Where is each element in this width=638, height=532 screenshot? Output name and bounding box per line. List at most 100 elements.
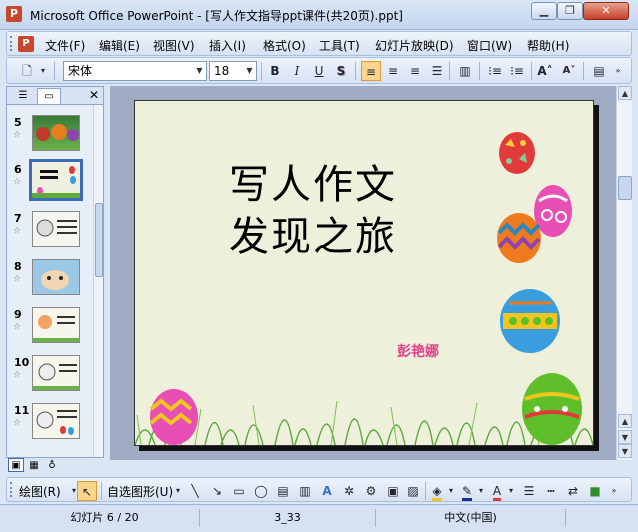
close-button[interactable]: ✕ bbox=[583, 2, 629, 20]
animation-star-icon: ☆ bbox=[13, 370, 22, 380]
scroll-down-button[interactable]: ▼ bbox=[618, 444, 632, 458]
slide-scrollbar[interactable]: ▲ ▲ ▼ ▼ bbox=[616, 86, 632, 460]
menu-help[interactable]: 帮助(H) bbox=[527, 37, 569, 54]
toolbar-options-icon[interactable]: » bbox=[611, 61, 625, 81]
slide-sorter-icon: ▦ bbox=[29, 460, 39, 471]
bullets-button[interactable]: ⁝≡ bbox=[507, 61, 527, 81]
chevron-down-icon[interactable]: ▾ bbox=[507, 481, 515, 501]
chevron-down-icon[interactable]: ▼ bbox=[193, 62, 206, 80]
slide-design-button[interactable]: ▤ bbox=[589, 61, 609, 81]
distribute-button[interactable]: ☰ bbox=[427, 61, 447, 81]
menu-format[interactable]: 格式(O) bbox=[263, 37, 306, 54]
vertical-textbox-button[interactable]: ▥ bbox=[295, 481, 315, 501]
menu-slideshow[interactable]: 幻灯片放映(D) bbox=[375, 37, 454, 54]
slide-thumbnail-image bbox=[32, 259, 80, 295]
slide-thumbnail[interactable]: 7 ☆ bbox=[7, 209, 93, 255]
slide-thumbnail[interactable]: 5 ☆ bbox=[7, 113, 93, 159]
arrow-style-button[interactable]: ⇄ bbox=[563, 481, 583, 501]
previous-slide-button[interactable]: ▲ bbox=[618, 414, 632, 428]
toolbar-options-icon[interactable]: » bbox=[607, 481, 621, 501]
slide-thumbnail[interactable]: 10 ☆ bbox=[7, 353, 93, 399]
tab-outline[interactable]: ☰ bbox=[11, 88, 35, 104]
normal-view-button[interactable]: ▣ bbox=[8, 458, 24, 472]
align-center-icon: ≡ bbox=[387, 64, 399, 78]
menu-insert[interactable]: 插入(I) bbox=[209, 37, 246, 54]
underline-button[interactable]: U bbox=[309, 61, 329, 81]
textbox-button[interactable]: ▤ bbox=[273, 481, 293, 501]
insert-image-button[interactable]: ▨ bbox=[403, 481, 423, 501]
align-left-button[interactable]: ≡ bbox=[361, 61, 381, 81]
slide-author[interactable]: 彭艳娜 bbox=[397, 341, 439, 361]
font-name-select[interactable]: 宋体 ▼ bbox=[63, 61, 207, 81]
separator bbox=[479, 62, 480, 80]
bold-button[interactable]: B bbox=[265, 61, 285, 81]
chevron-down-icon[interactable]: ▼ bbox=[243, 62, 256, 80]
font-size-select[interactable]: 18 ▼ bbox=[209, 61, 257, 81]
select-objects-button[interactable]: ↖ bbox=[77, 481, 97, 501]
shadow-button[interactable]: S bbox=[331, 61, 351, 81]
scrollbar-thumb[interactable] bbox=[95, 203, 103, 277]
slideshow-button[interactable]: ♁ bbox=[44, 458, 60, 472]
toolbar-grip[interactable] bbox=[10, 36, 13, 51]
chevron-down-icon[interactable]: ▾ bbox=[173, 481, 183, 501]
toolbar-grip[interactable] bbox=[10, 482, 13, 497]
menu-tools[interactable]: 工具(T) bbox=[319, 37, 360, 54]
current-slide[interactable]: 写人作文 发现之旅 彭艳娜 bbox=[134, 100, 594, 446]
close-panel-button[interactable]: ✕ bbox=[87, 87, 101, 104]
new-document-icon[interactable]: 🗋 bbox=[17, 61, 37, 81]
chevron-down-icon[interactable]: ▾ bbox=[477, 481, 485, 501]
line-color-button[interactable]: ✎ bbox=[457, 481, 477, 501]
minimize-button[interactable]: ▁ bbox=[531, 2, 557, 20]
font-color-button[interactable]: A bbox=[487, 481, 507, 501]
align-right-button[interactable]: ≡ bbox=[405, 61, 425, 81]
slide-number: 7 bbox=[14, 212, 22, 225]
thumbnail-picture bbox=[32, 166, 80, 198]
next-slide-button[interactable]: ▼ bbox=[618, 430, 632, 444]
shadow-style-icon: ■ bbox=[589, 484, 601, 498]
autoshapes-menu-button[interactable]: 自选图形(U) bbox=[107, 483, 173, 500]
menu-window[interactable]: 窗口(W) bbox=[467, 37, 512, 54]
menu-view[interactable]: 视图(V) bbox=[153, 37, 195, 54]
numbered-list-icon: ⁝≡ bbox=[488, 64, 502, 78]
rectangle-button[interactable]: ▭ bbox=[229, 481, 249, 501]
menu-file[interactable]: 文件(F) bbox=[45, 37, 85, 54]
draw-menu-button[interactable]: 绘图(R) bbox=[19, 483, 61, 500]
oval-button[interactable]: ◯ bbox=[251, 481, 271, 501]
shadow-style-button[interactable]: ■ bbox=[585, 481, 605, 501]
fill-color-button[interactable]: ◈ bbox=[427, 481, 447, 501]
restore-button[interactable]: ❐ bbox=[557, 2, 583, 20]
numbering-button[interactable]: ⁝≡ bbox=[485, 61, 505, 81]
scroll-up-button[interactable]: ▲ bbox=[618, 86, 632, 100]
column-layout-button[interactable]: ▥ bbox=[455, 61, 475, 81]
thumbnail-scrollbar[interactable] bbox=[93, 105, 103, 457]
increase-font-button[interactable]: A˄ bbox=[535, 61, 555, 81]
slide-title[interactable]: 写人作文 发现之旅 bbox=[229, 159, 397, 263]
scrollbar-thumb[interactable] bbox=[618, 176, 632, 200]
insert-picture-button[interactable]: ▣ bbox=[383, 481, 403, 501]
wordart-button[interactable]: A bbox=[317, 481, 337, 501]
thumbnail-picture bbox=[33, 363, 79, 390]
italic-button[interactable]: I bbox=[287, 61, 307, 81]
tab-slides[interactable]: ▭ bbox=[37, 88, 61, 104]
slide-thumbnail[interactable]: 8 ☆ bbox=[7, 257, 93, 303]
chevron-down-icon[interactable]: ▾ bbox=[447, 481, 455, 501]
document-icon[interactable]: P bbox=[18, 36, 34, 52]
dash-style-button[interactable]: ┅ bbox=[541, 481, 561, 501]
line-button[interactable]: ╲ bbox=[185, 481, 205, 501]
slide-thumbnail[interactable]: 9 ☆ bbox=[7, 305, 93, 351]
slide-thumbnail[interactable]: 11 ☆ bbox=[7, 401, 93, 447]
menu-edit[interactable]: 编辑(E) bbox=[99, 37, 140, 54]
slide-position-status: 幻灯片 6 / 20 bbox=[10, 509, 200, 527]
powerpoint-app-icon[interactable]: P bbox=[6, 6, 22, 22]
slide-thumbnail-image bbox=[32, 307, 80, 343]
diagram-button[interactable]: ✲ bbox=[339, 481, 359, 501]
align-center-button[interactable]: ≡ bbox=[383, 61, 403, 81]
slide-sorter-button[interactable]: ▦ bbox=[26, 458, 42, 472]
clipart-button[interactable]: ⚙ bbox=[361, 481, 381, 501]
toolbar-options-icon[interactable]: ▾ bbox=[37, 61, 49, 81]
decrease-font-button[interactable]: A˅ bbox=[559, 61, 579, 81]
font-size-value: 18 bbox=[214, 64, 230, 78]
line-style-button[interactable]: ☰ bbox=[519, 481, 539, 501]
arrow-button[interactable]: ↘ bbox=[207, 481, 227, 501]
slide-thumbnail-selected[interactable]: 6 ☆ bbox=[7, 159, 93, 206]
